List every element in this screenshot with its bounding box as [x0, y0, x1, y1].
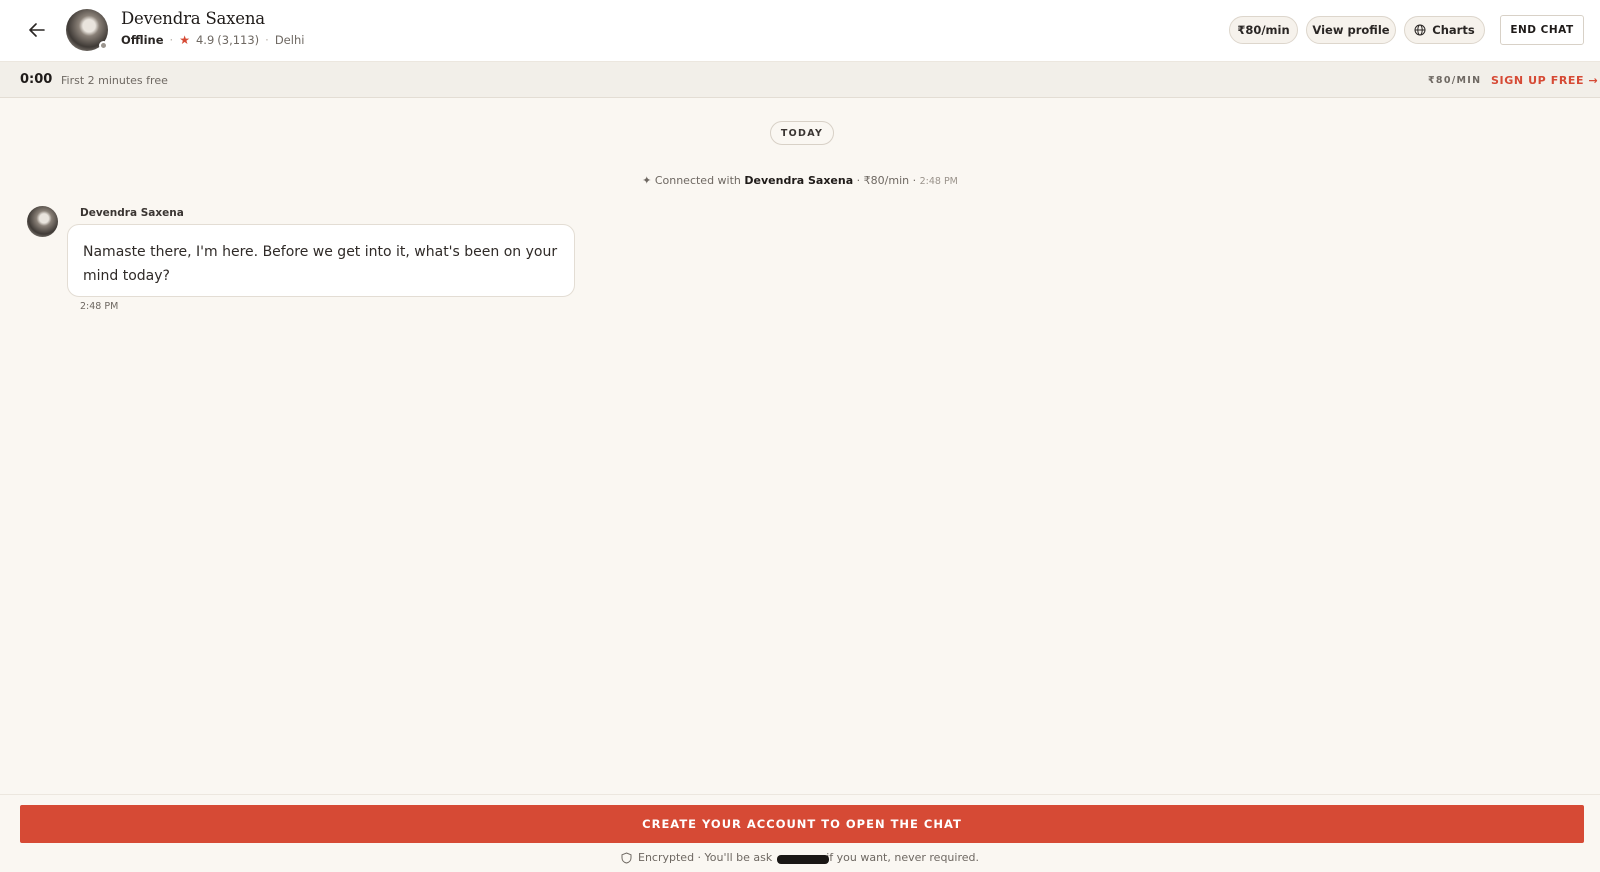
advisor-name: Devendra Saxena [121, 9, 265, 28]
rate-pill[interactable]: ₹80/min [1229, 16, 1298, 44]
charts-button[interactable]: Charts [1404, 16, 1485, 44]
globe-icon [1414, 24, 1426, 36]
back-arrow-icon[interactable] [24, 17, 50, 43]
system-time: 2:48 PM [919, 176, 958, 187]
advisor-meta: Offline · ★ 4.9 (3,113) · Delhi [121, 33, 305, 47]
message-bubble: Namaste there, I'm here. Before we get i… [67, 224, 575, 297]
shield-icon [621, 851, 632, 864]
sign-up-link[interactable]: SIGN UP FREE → [1491, 74, 1598, 87]
status-dot [99, 41, 108, 50]
rating-value: 4.9 [195, 33, 215, 47]
view-profile-button[interactable]: View profile [1306, 16, 1396, 44]
advisor-avatar[interactable] [66, 9, 108, 51]
message-avatar [27, 206, 58, 237]
message-time: 2:48 PM [80, 301, 119, 312]
end-chat-button[interactable]: END CHAT [1500, 15, 1584, 45]
chat-footer: CREATE YOUR ACCOUNT TO OPEN THE CHAT Enc… [0, 794, 1600, 872]
redaction-mark [777, 855, 829, 864]
chat-timer: 0:00 [20, 72, 53, 87]
free-minutes-note: First 2 minutes free [61, 74, 168, 87]
create-account-button[interactable]: CREATE YOUR ACCOUNT TO OPEN THE CHAT [20, 805, 1584, 843]
charts-label: Charts [1432, 23, 1475, 37]
location-text: Delhi [274, 33, 305, 47]
system-advisor-name: Devendra Saxena [744, 174, 854, 187]
chat-header: Devendra Saxena Offline · ★ 4.9 (3,113) … [0, 0, 1600, 62]
date-divider: TODAY [770, 121, 834, 145]
system-rate: · ₹80/min · [856, 174, 917, 187]
review-count: (3,113) [217, 33, 260, 47]
rate-label: ₹80/MIN [1428, 75, 1482, 86]
timer-bar: 0:00 First 2 minutes free ₹80/MIN SIGN U… [0, 62, 1600, 98]
system-prefix: ✦ Connected with [642, 174, 741, 187]
encryption-text-end: if you want, never required. [826, 851, 979, 864]
encryption-text-start: Encrypted · You'll be ask [638, 851, 773, 864]
star-icon: ★ [179, 33, 190, 47]
system-message: ✦ Connected with Devendra Saxena · ₹80/m… [0, 174, 1600, 187]
status-text: Offline [121, 33, 164, 47]
message-sender: Devendra Saxena [80, 207, 184, 219]
